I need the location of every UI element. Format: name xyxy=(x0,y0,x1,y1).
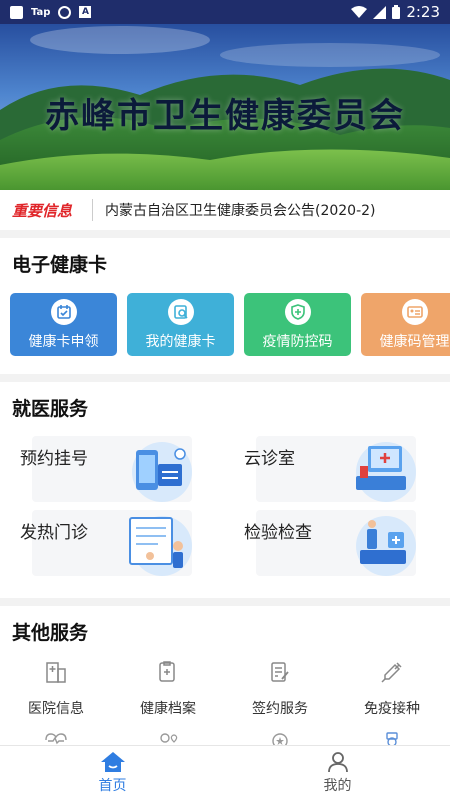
cloud-clinic-card[interactable]: 云诊室 xyxy=(244,436,416,502)
sync-icon xyxy=(58,5,72,19)
other-title: 其他服务 xyxy=(12,622,89,644)
bottom-nav: 首页 我的 xyxy=(0,745,450,800)
shield-plus-icon xyxy=(284,298,311,325)
medical-title: 就医服务 xyxy=(12,398,89,420)
important-info-tag: 重要信息 xyxy=(12,201,73,220)
card-apply-icon xyxy=(50,298,77,325)
card-apply-label: 健康卡申领 xyxy=(28,333,99,350)
notice-divider xyxy=(92,199,93,221)
appointment-card[interactable]: 预约挂号 xyxy=(20,436,192,502)
other-section: 其他服务 医院信息 健康档案 签约服务 免疫接种 xyxy=(0,606,450,746)
notice-bar[interactable]: 重要信息 内蒙古自治区卫生健康委员会公告(2020-2) xyxy=(0,190,450,230)
medical-section: 就医服务 预约挂号 云诊室 发热门诊 检验检查 xyxy=(0,382,450,598)
wifi-icon xyxy=(351,5,368,18)
fever-clinic-illustration xyxy=(129,516,192,576)
hospital-info-label: 医院信息 xyxy=(28,701,84,717)
cloud-clinic-illustration xyxy=(356,442,416,502)
notice-text[interactable]: 内蒙古自治区卫生健康委员会公告(2020-2) xyxy=(105,200,376,220)
code-manage-label: 健康码管理 xyxy=(379,333,450,350)
user-icon xyxy=(327,752,348,773)
tap-app-label: Tap xyxy=(31,6,51,18)
card-apply-button[interactable]: 健康卡申领 xyxy=(10,293,117,356)
contract-service-item[interactable]: 签约服务 xyxy=(224,660,336,718)
my-card-label: 我的健康卡 xyxy=(145,333,216,350)
syringe-icon xyxy=(381,662,402,683)
home-icon xyxy=(100,752,125,772)
clock-time: 2:23 xyxy=(406,3,440,21)
lab-test-label: 检验检查 xyxy=(244,523,312,543)
epidemic-code-button[interactable]: 疫情防控码 xyxy=(244,293,351,356)
a-notification-icon: A xyxy=(79,6,92,18)
code-manage-button[interactable]: 健康码管理 xyxy=(361,293,450,356)
hospital-info-item[interactable]: 医院信息 xyxy=(0,660,112,718)
appointment-label: 预约挂号 xyxy=(20,449,88,469)
nurse-icon[interactable] xyxy=(380,732,404,746)
medal-icon[interactable] xyxy=(268,732,292,746)
banner-title: 赤峰市卫生健康委员会 xyxy=(45,96,405,136)
phone-calendar-illustration xyxy=(132,442,192,502)
health-record-item[interactable]: 健康档案 xyxy=(112,660,224,718)
fever-clinic-card[interactable]: 发热门诊 xyxy=(20,510,192,576)
nav-home[interactable]: 首页 xyxy=(0,746,225,800)
immunization-label: 免疫接种 xyxy=(364,701,420,717)
cloud-clinic-label: 云诊室 xyxy=(244,449,295,469)
health-record-icon xyxy=(159,661,175,682)
heartbeat-icon[interactable] xyxy=(44,732,68,746)
health-card-title: 电子健康卡 xyxy=(12,254,108,276)
health-record-label: 健康档案 xyxy=(140,701,196,717)
epidemic-code-label: 疫情防控码 xyxy=(262,333,333,350)
nav-mine-label: 我的 xyxy=(323,778,352,794)
signal-icon xyxy=(373,5,387,19)
status-bar: Tap A 2:23 xyxy=(0,0,450,24)
health-card-section: 电子健康卡 健康卡申领 我的健康卡 疫情防控码 健康码管理 xyxy=(0,238,450,374)
my-card-icon xyxy=(167,298,194,325)
immunization-item[interactable]: 免疫接种 xyxy=(336,660,448,718)
fever-clinic-label: 发热门诊 xyxy=(20,523,88,543)
battery-icon xyxy=(392,5,401,19)
notification-square-icon xyxy=(10,5,23,19)
nav-mine[interactable]: 我的 xyxy=(225,746,450,800)
banner-image[interactable]: 赤峰市卫生健康委员会 xyxy=(0,0,450,190)
id-card-icon xyxy=(401,298,428,325)
contract-icon xyxy=(271,662,289,682)
lab-test-illustration xyxy=(356,516,416,576)
hospital-icon xyxy=(46,662,66,683)
family-doctor-icon[interactable] xyxy=(156,732,180,746)
nav-home-label: 首页 xyxy=(98,778,127,794)
lab-test-card[interactable]: 检验检查 xyxy=(244,510,416,576)
my-card-button[interactable]: 我的健康卡 xyxy=(127,293,234,356)
contract-service-label: 签约服务 xyxy=(252,701,308,717)
